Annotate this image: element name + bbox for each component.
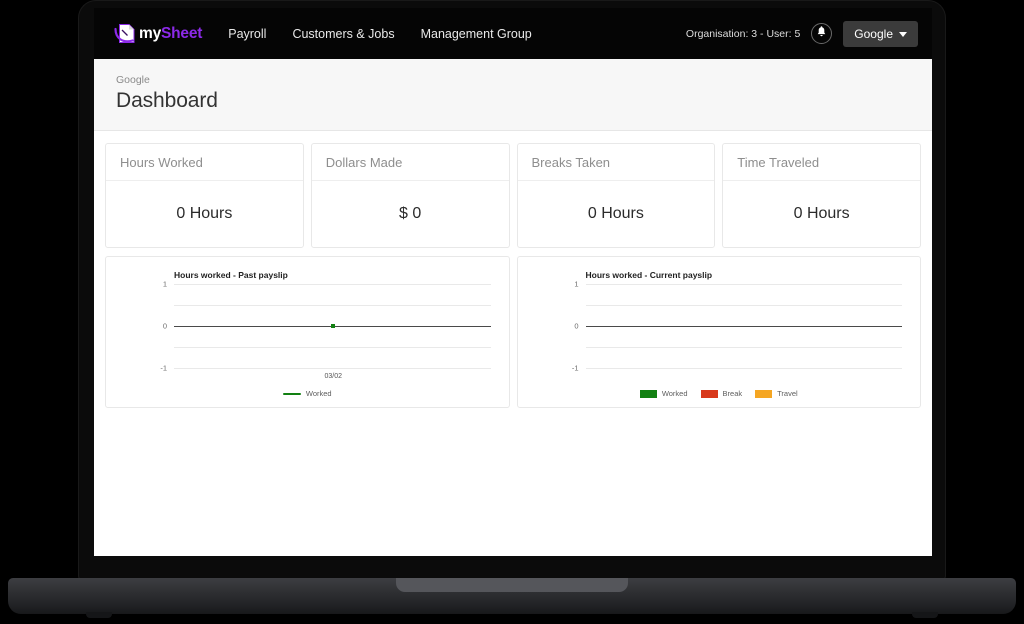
chart-plot-area-current: 1 0 -1 [572, 280, 905, 373]
chart-y-tick-label: 1 [574, 279, 579, 289]
account-dropdown-button[interactable]: Google [843, 20, 918, 47]
legend-swatch-worked-icon [282, 392, 301, 395]
laptop-mockup: mySheet Payroll Customers & Jobs Managem… [0, 0, 1024, 624]
chart-title: Hours worked - Current payslip [585, 270, 713, 280]
document-swoosh-logo-icon [112, 20, 140, 48]
nav-link-payroll[interactable]: Payroll [226, 23, 268, 45]
legend-label: Break [722, 389, 743, 398]
chart-y-tick-label: 1 [162, 279, 167, 289]
nav-link-customers-jobs[interactable]: Customers & Jobs [290, 23, 396, 45]
stat-card-title: Dollars Made [311, 144, 509, 181]
chart-y-tick-label: -1 [160, 363, 167, 373]
laptop-foot-left [86, 612, 112, 618]
stat-card-dollars-made: Dollars Made $ 0 [310, 143, 510, 248]
chart-card-past-payslip: Hours worked - Past payslip 1 0 -1 03/02 Wo… [105, 256, 510, 408]
chart-y-tick-label: -1 [571, 363, 579, 373]
chart-plot-area-past: 1 0 -1 03/02 [160, 280, 493, 380]
stat-card-value: $ 0 [399, 205, 422, 222]
laptop-base [8, 578, 1016, 618]
chart-card-current-payslip: Hours worked - Current payslip 1 0 -1 Work… [516, 256, 921, 408]
chart-gridline [174, 305, 491, 306]
nav-links: Payroll Customers & Jobs Management Grou… [226, 23, 534, 45]
chart-data-point[interactable] [331, 324, 336, 328]
chart-y-tick-label: 0 [574, 321, 579, 331]
stat-card-value: 0 Hours [793, 205, 850, 222]
chart-legend-current: Worked Break Travel [518, 389, 921, 398]
legend-swatch-break-icon [700, 389, 718, 398]
legend-swatch-worked-icon [639, 389, 657, 398]
stat-card-hours-worked: Hours Worked 0 Hours [105, 143, 304, 248]
breadcrumb: Google [116, 74, 150, 86]
stat-card-title: Breaks Taken [517, 144, 715, 181]
legend-item-break[interactable]: Break [700, 389, 743, 398]
chart-x-tick-label: 03/02 [324, 373, 343, 380]
chart-gridline [174, 368, 491, 369]
brand-text-my: my [139, 24, 162, 42]
brand-logo[interactable]: mySheet [112, 20, 202, 48]
chart-gridline [174, 347, 491, 348]
stat-card-title: Time Traveled [723, 144, 920, 181]
legend-item-worked[interactable]: Worked [282, 389, 332, 398]
brand-wordmark: mySheet [139, 25, 202, 43]
legend-label: Worked [305, 389, 332, 398]
stat-cards-row: Hours Worked 0 Hours Dollars Made $ 0 Br… [105, 143, 921, 248]
legend-label: Travel [777, 389, 798, 398]
laptop-base-notch [396, 578, 628, 592]
nav-link-management-group[interactable]: Management Group [419, 23, 534, 45]
brand-text-sheet: Sheet [161, 24, 203, 42]
stat-card-breaks-taken: Breaks Taken 0 Hours [516, 143, 716, 248]
legend-item-worked[interactable]: Worked [639, 389, 688, 398]
chart-gridline [585, 347, 902, 348]
organisation-user-info: Organisation: 3 - User: 5 [685, 27, 801, 40]
account-label: Google [854, 26, 893, 41]
dashboard-content: Hours Worked 0 Hours Dollars Made $ 0 Br… [94, 131, 932, 408]
browser-screen: mySheet Payroll Customers & Jobs Managem… [94, 8, 932, 556]
stat-card-value: 0 Hours [587, 205, 644, 222]
stat-card-title: Hours Worked [106, 144, 303, 181]
charts-row: Hours worked - Past payslip 1 0 -1 03/02 Wo… [105, 256, 921, 408]
chart-gridline [585, 305, 902, 306]
stat-card-time-traveled: Time Traveled 0 Hours [722, 143, 921, 248]
chart-axis-line [585, 326, 902, 327]
navbar-right-group: Organisation: 3 - User: 5 Google [685, 20, 918, 47]
chart-gridline [585, 368, 902, 369]
legend-item-travel[interactable]: Travel [755, 389, 798, 398]
page-header: Google Dashboard [94, 59, 932, 131]
chart-y-tick-label: 0 [162, 321, 167, 331]
bell-icon [816, 25, 827, 43]
chart-legend-past: Worked [106, 389, 509, 398]
chevron-down-icon [899, 31, 907, 37]
chart-gridline [585, 284, 902, 285]
notifications-button[interactable] [811, 23, 833, 44]
legend-label: Worked [661, 389, 688, 398]
laptop-foot-right [912, 612, 938, 618]
stat-card-value: 0 Hours [176, 205, 233, 222]
top-navbar: mySheet Payroll Customers & Jobs Managem… [94, 8, 932, 59]
page-title: Dashboard [116, 89, 218, 112]
legend-swatch-travel-icon [755, 389, 773, 398]
chart-gridline [174, 284, 491, 285]
chart-title: Hours worked - Past payslip [174, 270, 288, 280]
